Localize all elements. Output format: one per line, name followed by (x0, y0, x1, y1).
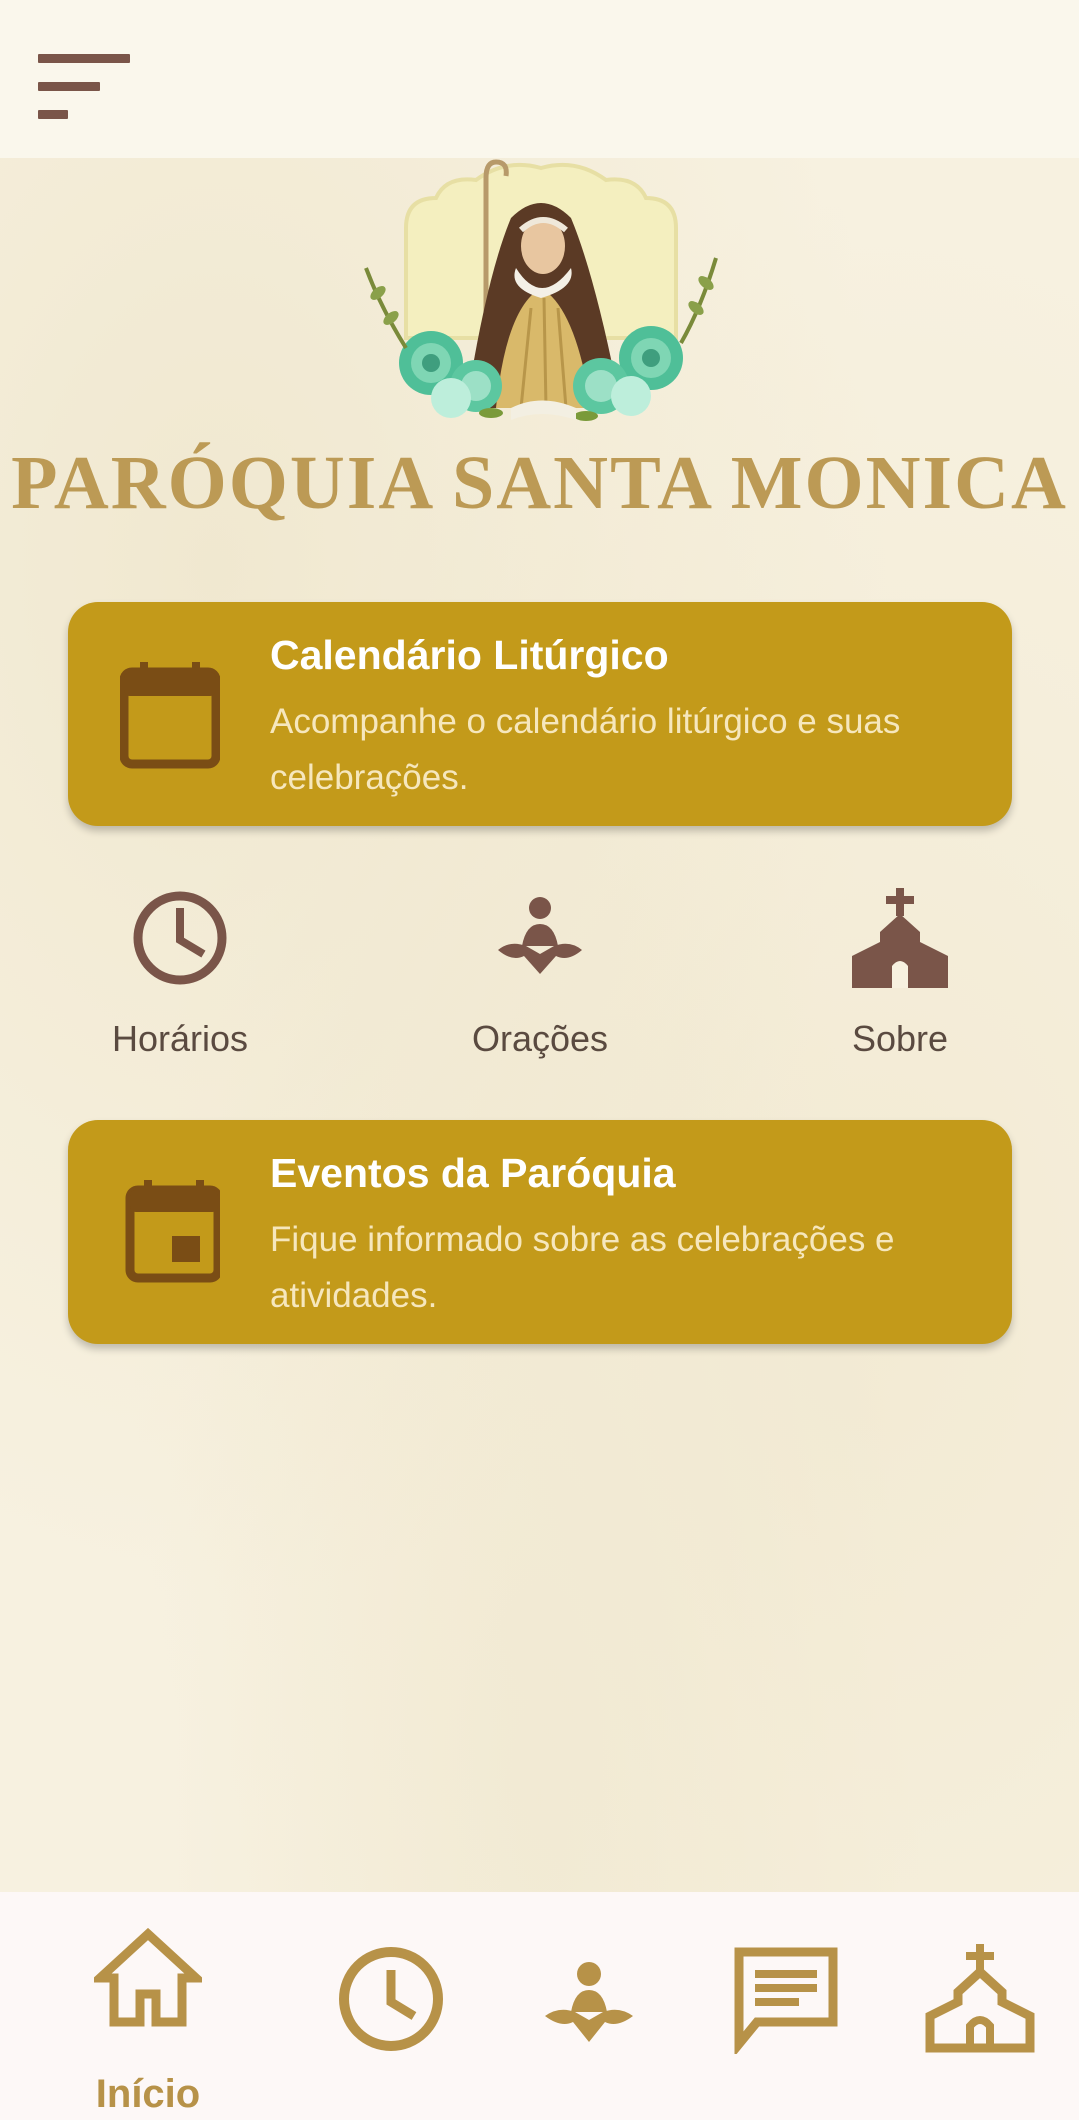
nav-home-label: Início (95, 2072, 201, 2116)
quick-link-label: Sobre (851, 1018, 949, 1059)
card-title: Calendário Litúrgico (270, 632, 669, 678)
nav-messages[interactable] (725, 1892, 845, 2120)
chat-icon (734, 1947, 838, 2054)
quick-link-horarios[interactable]: Horários (50, 888, 310, 1078)
church-icon (925, 1944, 1035, 2053)
quick-link-oracoes[interactable]: Orações (410, 888, 670, 1078)
card-description: Acompanhe o calendário litúrgico e suas … (270, 702, 901, 797)
quick-link-label: Orações (471, 1018, 609, 1059)
nav-prayers[interactable] (535, 1892, 645, 2120)
parish-logo (336, 158, 746, 428)
clock-icon (339, 1947, 443, 2051)
meditation-icon (545, 1962, 633, 2042)
quick-link-label: Horários (111, 1018, 249, 1059)
nav-home[interactable]: Início (68, 1892, 228, 2120)
quick-link-sobre[interactable]: Sobre (770, 888, 1030, 1078)
home-icon (94, 1928, 202, 2027)
liturgical-calendar-card[interactable]: Calendário Litúrgico Acompanhe o calendá… (68, 602, 1012, 826)
church-icon (852, 888, 948, 988)
card-title: Eventos da Paróquia (270, 1150, 676, 1196)
page-title: PARÓQUIA SANTA MONICA (11, 441, 1068, 525)
clock-icon (133, 891, 227, 985)
nav-about[interactable] (920, 1892, 1045, 2120)
bottom-navigation: Início (0, 1892, 1079, 2120)
card-description: Fique informado sobre as celebrações e a… (270, 1220, 895, 1315)
event-icon (120, 1178, 223, 1288)
nav-schedules[interactable] (330, 1892, 450, 2120)
parish-events-card[interactable]: Eventos da Paróquia Fique informado sobr… (68, 1120, 1012, 1344)
calendar-icon (119, 660, 221, 770)
app-bar (0, 0, 1079, 158)
menu-button[interactable] (32, 48, 136, 124)
meditation-icon (498, 897, 582, 974)
